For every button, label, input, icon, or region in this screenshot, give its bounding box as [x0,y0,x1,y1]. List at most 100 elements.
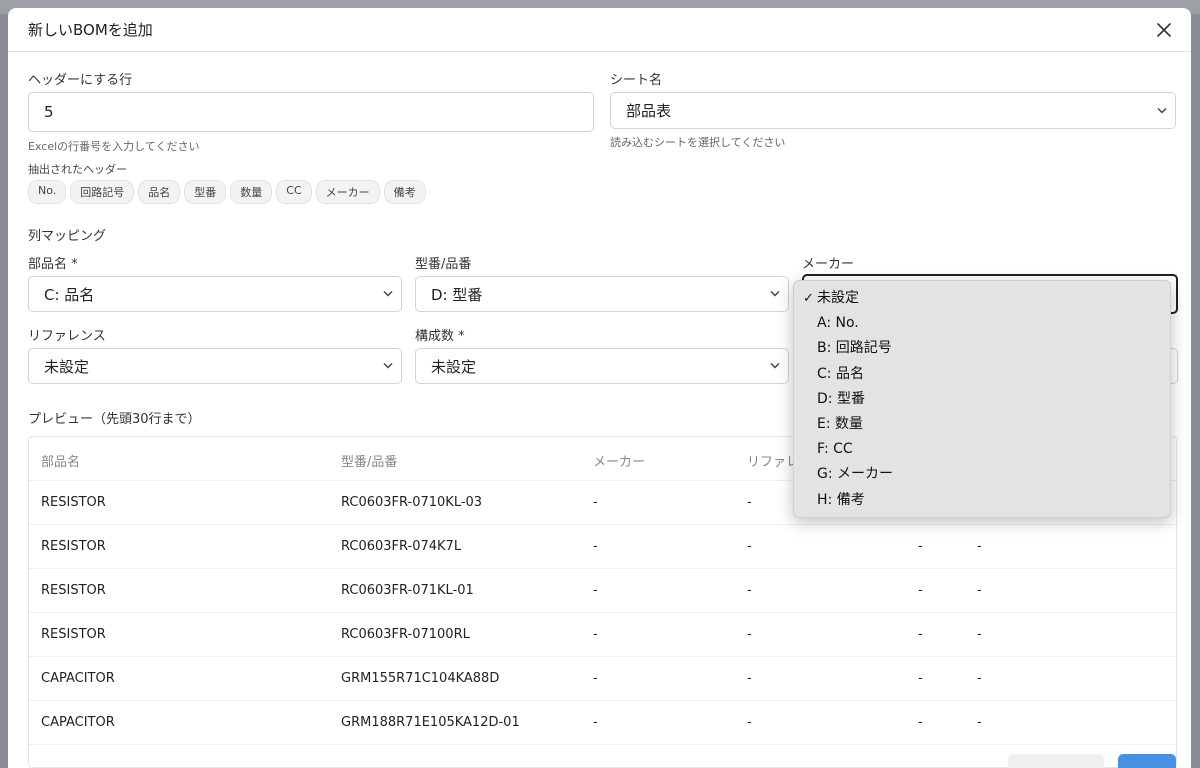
table-cell: - [918,539,923,554]
dropdown-option-label: F: CC [817,441,853,458]
submit-button[interactable] [1118,754,1176,768]
table-cell: - [918,671,923,686]
header-row-value: 5 [44,103,54,121]
table-cell: - [593,715,598,730]
table-cell: - [747,583,752,598]
dropdown-option-label: G: メーカー [817,466,894,483]
table-cell: - [593,627,598,642]
table-cell: - [747,627,752,642]
close-button[interactable] [1153,19,1175,41]
table-cell: - [593,495,598,510]
table-cell: RESISTOR [41,539,106,554]
model-no-label: 型番/品番 [415,257,472,272]
preview-title: プレビュー（先頭30行まで） [28,412,201,427]
quantity-label: 構成数 * [415,329,465,344]
table-cell: - [918,627,923,642]
quantity-select[interactable]: 未設定 [415,348,789,384]
header-chip: 品名 [138,180,181,204]
table-cell: RESISTOR [41,495,106,510]
dropdown-option[interactable]: F: CC [794,437,1170,462]
model-no-value: D: 型番 [431,285,483,304]
reference-label: リファレンス [28,329,106,344]
table-cell: RC0603FR-071KL-01 [341,583,474,598]
dropdown-option-label: D: 型番 [817,390,865,407]
table-cell: - [593,671,598,686]
table-row: CAPACITOR GRM155R71C104KA88D - - - - [29,657,1176,701]
table-cell: - [918,583,923,598]
header-row-label: ヘッダーにする行 [28,73,133,88]
header-chip: No. [28,180,67,204]
chevron-down-icon [383,362,393,369]
table-cell: RESISTOR [41,583,106,598]
dropdown-option-label: B: 回路記号 [817,340,892,357]
column-header: 型番/品番 [341,455,398,470]
table-row: RESISTOR RC0603FR-074K7L - - - - [29,525,1176,569]
add-bom-modal: 新しいBOMを追加 ヘッダーにする行 5 Excelの行番号を入力してください … [8,8,1191,768]
cancel-button[interactable] [1008,754,1104,768]
sheet-help: 読み込むシートを選択してください [610,136,786,149]
table-cell: - [747,495,752,510]
reference-value: 未設定 [44,357,90,376]
table-cell: RC0603FR-07100RL [341,627,470,642]
header-chip: 型番 [184,180,227,204]
chevron-down-icon [1157,107,1167,114]
model-no-select[interactable]: D: 型番 [415,276,789,312]
dropdown-option-label: 未設定 [817,290,859,306]
close-icon [1157,23,1171,37]
maker-dropdown-menu: ✓ 未設定 A: No. B: 回路記号 C: 品名 D: 型番 E: 数量 F: CC G: … [793,280,1171,518]
column-header: メーカー [593,455,646,470]
table-cell: CAPACITOR [41,715,115,730]
table-cell: RC0603FR-074K7L [341,539,462,554]
reference-select[interactable]: 未設定 [28,348,402,384]
part-name-value: C: 品名 [44,285,95,304]
table-cell: - [593,539,598,554]
dropdown-option[interactable]: C: 品名 [794,362,1170,387]
dropdown-option[interactable]: A: No. [794,311,1170,336]
part-name-select[interactable]: C: 品名 [28,276,402,312]
table-cell: GRM155R71C104KA88D [341,671,500,686]
dropdown-option[interactable]: H: 備考 [794,488,1170,513]
header-chip: 回路記号 [70,180,135,204]
table-cell: - [977,671,982,686]
dropdown-option-label: E: 数量 [817,415,864,432]
table-row: RESISTOR RC0603FR-071KL-01 - - - - [29,569,1176,613]
sheet-select[interactable]: 部品表 [610,92,1176,129]
table-cell: - [593,583,598,598]
modal-header: 新しいBOMを追加 [8,8,1191,52]
extracted-headers: No. 回路記号 品名 型番 数量 CC メーカー 備考 [28,180,426,204]
table-cell: CAPACITOR [41,671,115,686]
table-cell: - [747,715,752,730]
column-mapping-title: 列マッピング [28,229,107,244]
table-row: CAPACITOR GRM188R71E105KA12D-01 - - - - [29,701,1176,745]
header-row-input[interactable]: 5 [28,92,594,132]
dropdown-option-label: A: No. [817,315,859,332]
table-cell: RC0603FR-0710KL-03 [341,495,483,510]
header-chip: 備考 [383,180,426,204]
table-cell: - [977,583,982,598]
sheet-label: シート名 [610,73,663,88]
dropdown-option[interactable]: G: メーカー [794,462,1170,487]
dropdown-option[interactable]: B: 回路記号 [794,336,1170,361]
dropdown-option[interactable]: ✓ 未設定 [794,286,1170,311]
table-cell: - [977,715,982,730]
dropdown-option-label: H: 備考 [817,491,865,508]
table-cell: - [977,627,982,642]
check-icon: ✓ [803,291,814,306]
quantity-value: 未設定 [431,357,477,376]
sheet-value: 部品表 [626,102,672,120]
column-header: リファレ [747,455,800,470]
chevron-down-icon [770,362,780,369]
table-cell: - [918,715,923,730]
header-chip: メーカー [315,180,380,204]
table-cell: - [747,539,752,554]
table-cell: RESISTOR [41,627,106,642]
chevron-down-icon [383,290,393,297]
dropdown-option[interactable]: E: 数量 [794,412,1170,437]
chevron-down-icon [770,290,780,297]
dropdown-option-label: C: 品名 [817,365,864,382]
column-header: 部品名 [41,455,81,470]
dropdown-option[interactable]: D: 型番 [794,387,1170,412]
table-cell: - [977,539,982,554]
header-chip: 数量 [230,180,273,204]
extracted-headers-label: 抽出されたヘッダー [28,163,127,176]
